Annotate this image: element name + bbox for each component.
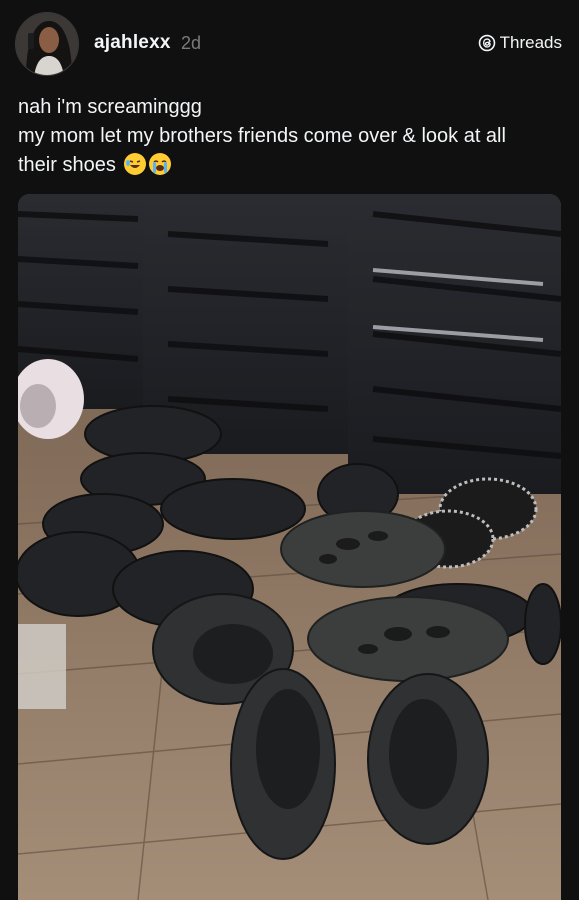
laughing-emoji-icon xyxy=(124,153,147,175)
username[interactable]: ajahlexx xyxy=(94,32,171,54)
post-line-1: nah i'm screaminggg xyxy=(18,96,202,118)
post-photo[interactable] xyxy=(18,194,561,900)
post-line-3-text: their shoes xyxy=(18,154,116,176)
post-timestamp: 2d xyxy=(181,33,202,53)
crying-emoji-icon xyxy=(149,153,172,175)
avatar-image xyxy=(16,13,78,75)
post-line-2: my mom let my brothers friends come over… xyxy=(18,125,506,147)
post-line-3: their shoes xyxy=(18,151,563,180)
post-header: ajahlexx 2d Threads xyxy=(0,0,579,80)
shoes-photo xyxy=(18,194,561,900)
post-body: nah i'm screaminggg my mom let my brothe… xyxy=(18,93,563,180)
avatar[interactable] xyxy=(15,12,79,76)
threads-label: Threads xyxy=(499,33,562,52)
threads-source-badge[interactable]: Threads xyxy=(478,33,562,53)
threads-logo-icon xyxy=(478,34,495,52)
